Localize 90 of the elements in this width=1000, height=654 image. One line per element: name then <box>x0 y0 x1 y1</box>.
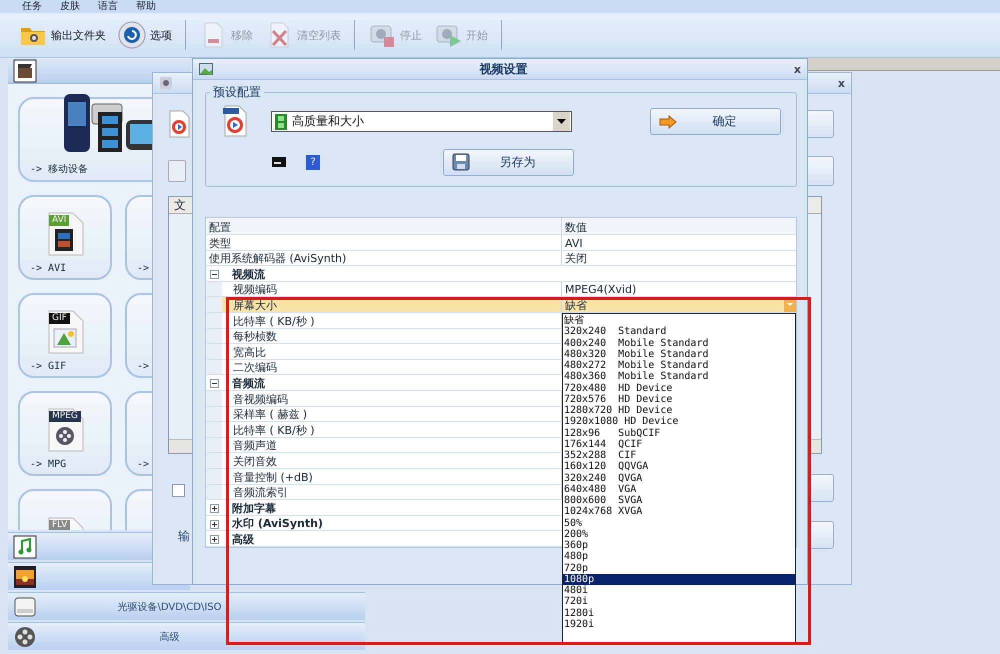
app-icon <box>159 76 173 90</box>
dropdown-option[interactable]: 1920i <box>563 618 795 630</box>
tile-label: -> GIF <box>30 361 66 372</box>
dropdown-option[interactable]: 720i <box>563 596 795 608</box>
dropdown-option[interactable]: 720p <box>563 562 795 574</box>
preset-dropdown[interactable]: 高质量和大小 <box>271 111 572 132</box>
tile-label: -> AVI <box>30 263 66 274</box>
dropdown-option[interactable]: 1280x720 HD Device <box>563 405 795 416</box>
toolbar-button[interactable]: 输出文件夹 <box>16 19 109 51</box>
category-label: 光驱设备\DVD\CD\ISO <box>116 600 223 614</box>
property-value: AVI <box>565 238 584 249</box>
music-note-icon <box>12 534 38 560</box>
collapse-icon[interactable] <box>210 379 219 388</box>
expand-icon[interactable] <box>210 504 219 514</box>
property-row[interactable]: 视频编码 MPEG4(Xvid) <box>206 282 796 298</box>
group-label: 水印 (AviSynth) <box>230 518 323 530</box>
group-label: 视频流 <box>230 268 265 280</box>
category-bar[interactable]: 高级 <box>8 622 365 650</box>
dropdown-option[interactable]: 320x240 QVGA <box>563 472 795 484</box>
dropdown-option[interactable]: 480x320 Mobile Standard <box>563 348 795 360</box>
tile-label: -> <box>137 263 150 274</box>
dialog-title: 视频设置 <box>479 60 528 78</box>
column-header[interactable]: 数值 <box>561 218 796 234</box>
save-as-button[interactable]: 另存为 <box>443 148 574 176</box>
property-value: MPEG4(Xvid) <box>565 284 638 296</box>
dropdown-option[interactable]: 720x576 HD Device <box>563 394 795 405</box>
column-header[interactable]: 配置 <box>206 222 562 233</box>
tile-label: -> 移动设备 <box>30 163 88 176</box>
floppy-icon <box>452 153 470 171</box>
dropdown-option[interactable]: 320x240 Standard <box>563 326 795 338</box>
property-label: 使用系统解码器 (AviSynth) <box>206 253 562 264</box>
close-button[interactable]: x <box>838 76 845 90</box>
dropdown-option[interactable]: 176x144 QCIF <box>563 438 795 450</box>
dropdown-option[interactable]: 200% <box>563 528 795 540</box>
file-type-label: FLV <box>49 520 70 530</box>
property-row[interactable]: 视频流 <box>206 266 796 282</box>
dropdown-value: 高质量和大小 <box>292 113 365 130</box>
property-value: 关闭 <box>565 253 588 264</box>
landscape-icon <box>12 564 38 590</box>
help-button[interactable]: ? <box>306 154 320 170</box>
clapper-icon <box>12 58 38 84</box>
menu-item[interactable]: 任务 <box>22 0 42 12</box>
video-file-icon <box>168 110 190 138</box>
dropdown-option[interactable]: 缺省 <box>563 315 795 326</box>
group-label: 音频流 <box>231 378 265 389</box>
ok-button[interactable]: 确定 <box>650 108 781 135</box>
format-tile[interactable]: GIF -> GIF <box>18 293 112 378</box>
film-strip-icon <box>275 114 287 130</box>
close-button[interactable]: x <box>794 62 801 76</box>
file-type-label: MPEG <box>49 411 81 422</box>
group-label: 附加字幕 <box>231 502 276 514</box>
dropdown-option[interactable]: 480x272 Mobile Standard <box>563 360 795 372</box>
category-label: 高级 <box>158 630 180 644</box>
category-bar[interactable] <box>8 58 190 84</box>
dropdown-option[interactable]: 50% <box>563 518 795 529</box>
dropdown-option[interactable]: 128x96 SubQCIF <box>563 428 795 439</box>
dropdown-option[interactable]: 1280i <box>563 608 795 619</box>
property-row[interactable]: 类型 AVI <box>206 235 796 251</box>
format-tile[interactable]: FLV <box>18 489 112 530</box>
category-bar[interactable]: 光驱设备\DVD\CD\ISO <box>8 592 365 620</box>
group-label: 高级 <box>231 534 254 545</box>
tile-label: -> MPG <box>30 459 66 470</box>
tile-label: -> <box>137 459 150 470</box>
menu-item[interactable]: 皮肤 <box>60 0 80 12</box>
dropdown-option[interactable]: 480p <box>563 551 795 562</box>
arrow-icon <box>659 114 677 128</box>
dropdown-option[interactable]: 1024x768 XVGA <box>563 506 795 518</box>
format-tile[interactable]: AVI -> AVI <box>18 195 112 280</box>
expand-icon[interactable] <box>210 520 219 529</box>
console-icon <box>272 157 286 167</box>
expand-icon[interactable] <box>210 535 219 544</box>
picture-icon <box>199 63 213 75</box>
file-type-label: GIF <box>49 313 70 324</box>
dropdown-option[interactable]: 480i <box>563 585 795 596</box>
property-value: 缺省 <box>565 300 588 311</box>
property-label: 视频编码 <box>206 284 562 296</box>
format-tile[interactable]: MPEG -> MPG <box>18 391 112 476</box>
toolbar-button[interactable]: 选项 <box>115 19 175 51</box>
property-label: 类型 <box>206 238 562 249</box>
field-label: 输 <box>178 528 190 545</box>
video-file-icon <box>223 105 247 137</box>
group-title: 预设配置 <box>212 84 262 101</box>
checkbox[interactable] <box>172 484 185 497</box>
dropdown-option[interactable]: 1080p <box>563 574 795 585</box>
menu-item[interactable]: 语言 <box>98 0 118 12</box>
menu-item[interactable]: 帮助 <box>136 0 156 12</box>
dropdown-option[interactable]: 640x480 VGA <box>563 484 795 495</box>
tile-label: -> <box>137 361 150 372</box>
file-type-label: AVI <box>49 215 70 226</box>
collapse-icon[interactable] <box>210 270 219 280</box>
